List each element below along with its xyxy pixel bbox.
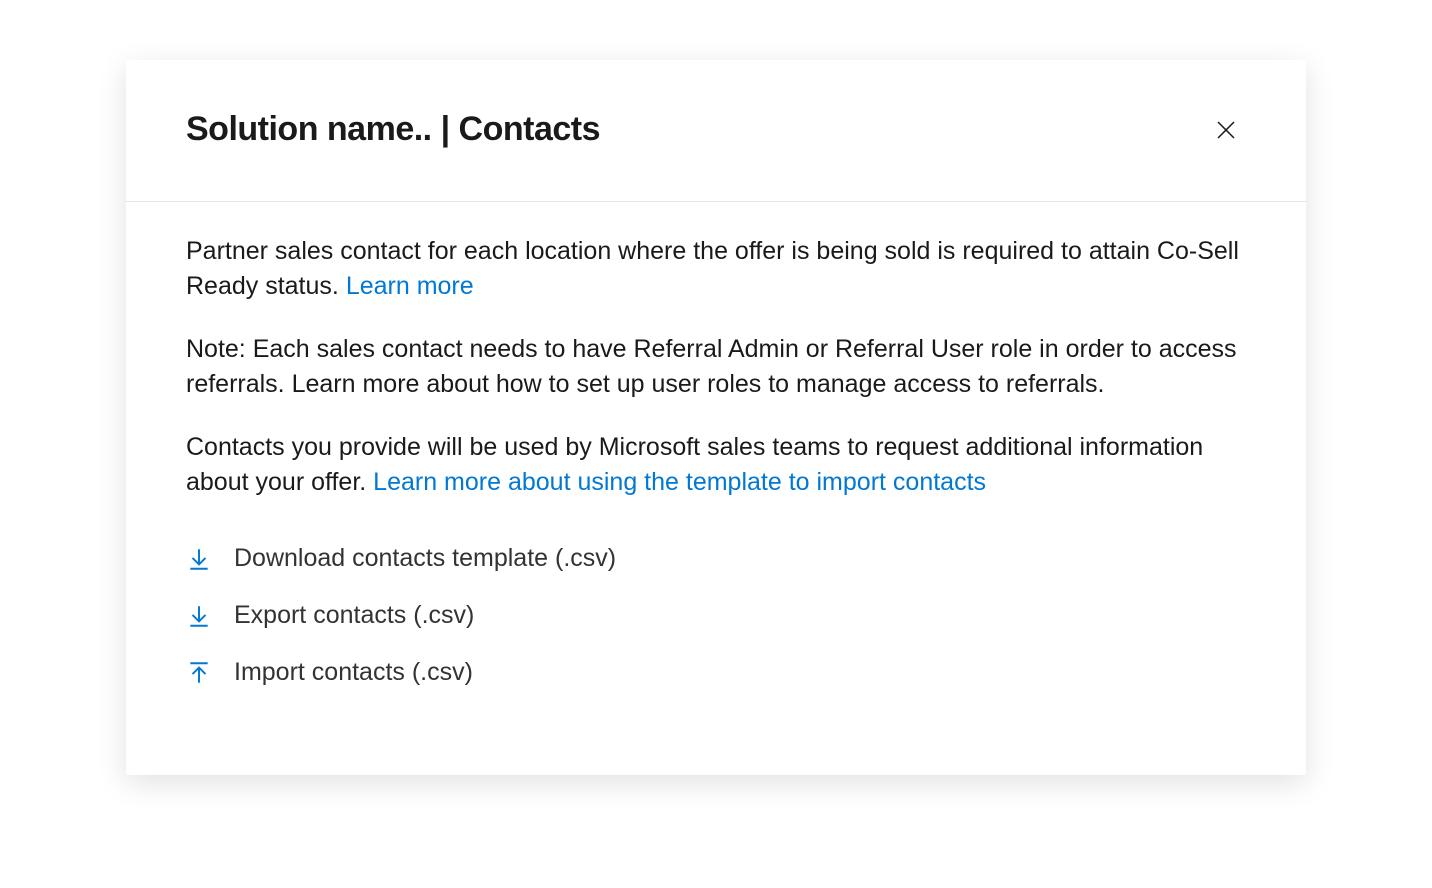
panel-title: Solution name.. | Contacts — [186, 110, 600, 149]
learn-more-cosell-link[interactable]: Learn more — [346, 272, 474, 300]
panel-body: Partner sales contact for each location … — [126, 202, 1306, 775]
export-contacts-label: Export contacts (.csv) — [234, 601, 474, 630]
learn-more-template-link[interactable]: Learn more about using the template to i… — [373, 468, 986, 496]
panel-header: Solution name.. | Contacts — [126, 60, 1306, 202]
download-template-label: Download contacts template (.csv) — [234, 544, 616, 573]
paragraph-referral-note: Note: Each sales contact needs to have R… — [186, 332, 1246, 402]
paragraph-cosell: Partner sales contact for each location … — [186, 234, 1246, 304]
paragraph-cosell-text: Partner sales contact for each location … — [186, 237, 1239, 300]
download-template-button[interactable]: Download contacts template (.csv) — [186, 544, 1246, 573]
download-icon — [186, 546, 212, 572]
import-contacts-button[interactable]: Import contacts (.csv) — [186, 658, 1246, 687]
export-contacts-button[interactable]: Export contacts (.csv) — [186, 601, 1246, 630]
close-icon — [1214, 118, 1238, 145]
actions-list: Download contacts template (.csv) Export… — [186, 544, 1246, 687]
contacts-panel: Solution name.. | Contacts Partner sales… — [126, 60, 1306, 775]
import-contacts-label: Import contacts (.csv) — [234, 658, 473, 687]
download-icon — [186, 603, 212, 629]
upload-icon — [186, 660, 212, 686]
close-button[interactable] — [1206, 110, 1246, 153]
paragraph-contacts-usage: Contacts you provide will be used by Mic… — [186, 430, 1246, 500]
